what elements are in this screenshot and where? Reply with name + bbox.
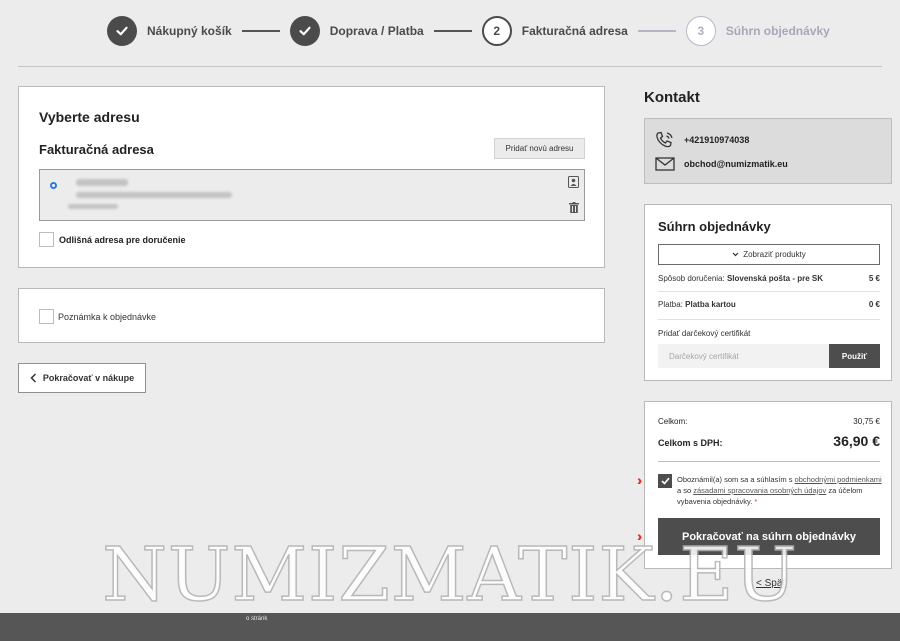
payment-row: Platba: Platba kartou 0 € [658,300,880,309]
terms-checkbox[interactable] [658,474,672,488]
check-icon [107,16,137,46]
contact-phone: +421910974038 [684,135,750,145]
header-divider [18,66,882,67]
step-label: Nákupný košík [147,24,232,38]
address-title: Vyberte adresu [39,109,140,125]
continue-shopping-button[interactable]: Pokračovať v nákupe [18,363,146,393]
contact-box: +421910974038 obchod@numizmatik.eu [644,118,892,184]
order-note-panel: Poznámka k objednávke [18,288,605,343]
step-cart[interactable]: Nákupný košík [107,16,232,46]
add-new-address-button[interactable]: Pridať novú adresu [494,138,585,159]
step-summary: 3 Súhrn objednávky [685,16,830,46]
delivery-value: Slovenská pošta - pre SK [726,274,823,283]
delivery-label: Spôsob doručenia: [658,274,725,283]
address-panel: Vyberte adresu Fakturačná adresa Pridať … [18,86,605,268]
checkout-stepper: Nákupný košík Doprava / Platba 2 Faktura… [107,14,830,48]
contact-title: Kontakt [644,89,700,106]
step-connector [637,30,676,32]
gift-certificate-input[interactable]: Darčekový certifikát [658,344,829,368]
chevron-down-icon [732,252,739,257]
saved-address-card[interactable] [39,169,585,221]
chevron-left-icon [30,373,36,383]
blurred-name [76,179,128,186]
double-chevron-right-icon: ›› [637,472,644,488]
total-value: 30,75 € [853,417,880,426]
order-summary-panel: Súhrn objednávky Zobraziť produkty Spôso… [644,204,892,381]
delivery-row: Spôsob doručenia: Slovenská pošta - pre … [658,274,880,283]
step-connector [241,30,280,32]
order-note-label: Poznámka k objednávke [58,312,157,322]
step-shipping[interactable]: Doprava / Platba [289,16,424,46]
contact-email-row[interactable]: obchod@numizmatik.eu [655,157,788,171]
privacy-link[interactable]: zásadami spracovania osobných údajov [693,486,826,495]
order-note-checkbox[interactable] [39,309,54,324]
apply-certificate-button[interactable]: Použiť [829,344,880,368]
total-row: Celkom: 30,75 € [658,417,880,426]
check-icon [660,477,670,485]
blurred-city [68,204,118,209]
total-vat-row: Celkom s DPH: 36,90 € [658,433,880,449]
billing-address-heading: Fakturačná adresa [39,142,154,157]
show-products-button[interactable]: Zobraziť produkty [658,244,880,265]
terms-text: Oboznámil(a) som sa a súhlasím s obchodn… [677,475,882,506]
payment-value: Platba kartou [685,300,736,309]
required-mark: * [754,497,758,506]
show-products-label: Zobraziť produkty [743,250,806,259]
totals-divider [658,461,880,462]
payment-price: 0 € [868,300,880,309]
step-billing: 2 Fakturačná adresa [481,16,628,46]
address-radio[interactable] [50,182,57,189]
trash-icon[interactable] [569,202,579,216]
step-connector [433,30,472,32]
step-label: Doprava / Platba [329,24,424,38]
delivery-price: 5 € [868,274,880,283]
envelope-icon [655,157,675,171]
blurred-street [76,192,232,198]
continue-shopping-label: Pokračovať v nákupe [42,373,135,383]
total-vat-label: Celkom s DPH: [658,438,723,448]
step-label: Fakturačná adresa [521,24,628,38]
step-number: 2 [481,16,512,46]
contact-phone-row[interactable]: +421910974038 [655,131,749,149]
total-vat-value: 36,90 € [833,433,880,449]
contact-email: obchod@numizmatik.eu [684,159,788,169]
different-delivery-label: Odlišná adresa pre doručenie [59,235,186,245]
watermark: NUMIZMATIK.EU [102,531,798,619]
edit-address-icon[interactable] [568,176,579,191]
summary-title: Súhrn objednávky [658,219,771,234]
step-number: 3 [685,16,716,46]
summary-divider [658,291,880,292]
total-label: Celkom: [658,417,688,426]
summary-divider [658,319,880,320]
different-delivery-checkbox[interactable] [39,232,54,247]
payment-label: Platba: [658,300,683,309]
gift-certificate-label: Pridať darčekový certifikát [658,329,751,338]
terms-link[interactable]: obchodnými podmienkami [795,475,882,484]
check-icon [289,16,320,46]
step-label: Súhrn objednávky [725,24,830,38]
phone-icon [656,131,673,148]
